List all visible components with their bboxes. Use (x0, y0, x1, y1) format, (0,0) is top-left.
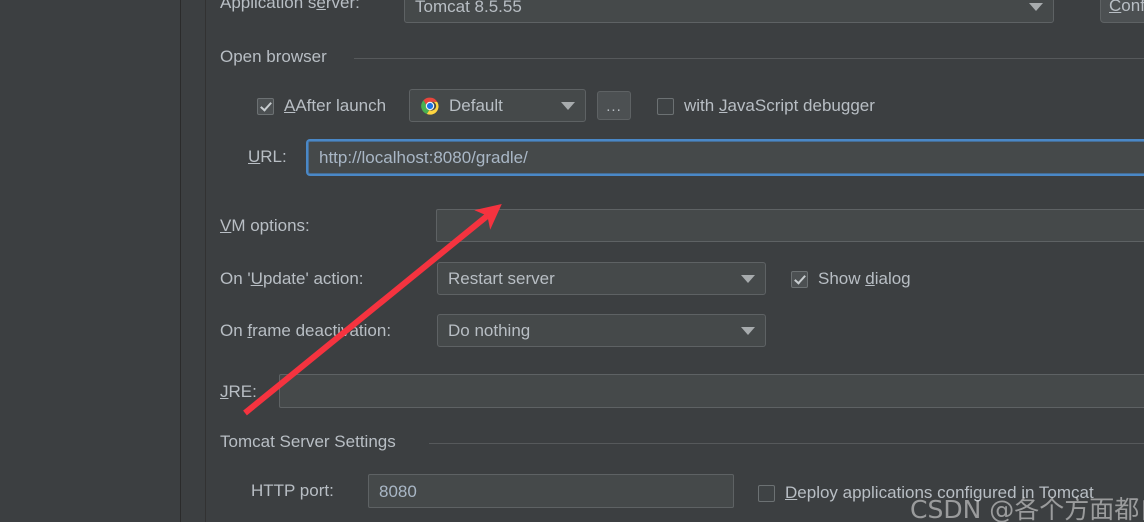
application-server-value: Tomcat 8.5.55 (415, 0, 522, 16)
on-update-action-value: Restart server (448, 268, 555, 288)
vm-options-label-mnemonic: V (220, 216, 232, 235)
after-launch-checkbox[interactable] (257, 97, 274, 115)
url-label-mnemonic: U (248, 147, 261, 166)
on-update-action-label-pre: On ' (220, 269, 251, 288)
show-dialog-label: Show dialog (818, 269, 911, 289)
show-dialog-checkbox[interactable] (791, 270, 808, 288)
after-launch-checkbox-row[interactable]: AAfter launch (257, 96, 386, 116)
js-debugger-label-post: avaScript debugger (727, 96, 875, 115)
tomcat-settings-group-title: Tomcat Server Settings (220, 432, 396, 451)
http-port-input[interactable]: 8080 (368, 474, 734, 508)
vm-options-label-post: M options: (231, 216, 310, 235)
on-update-action-label-mnemonic: U (250, 269, 263, 288)
deploy-apps-label-mnemonic: D (785, 483, 798, 502)
chevron-down-icon (741, 274, 755, 283)
on-update-action-label: On 'Update' action: (220, 269, 364, 289)
chevron-down-icon (1029, 3, 1043, 11)
on-frame-deactivation-combobox[interactable]: Do nothing (437, 314, 766, 347)
on-update-action-combobox[interactable]: Restart server (437, 262, 766, 295)
panel-divider-outer (180, 0, 181, 522)
on-frame-deactivation-label-pre: On (220, 321, 248, 340)
configure-button[interactable]: Conf (1100, 0, 1144, 23)
on-frame-deactivation-label: On frame deactivation: (220, 321, 391, 341)
url-label-post: RL: (260, 147, 287, 166)
application-server-label-post: rver: (325, 0, 360, 12)
url-label: URL: (248, 147, 287, 167)
after-launch-label-text: After launch (295, 96, 387, 115)
on-update-action-label-post: pdate' action: (262, 269, 364, 288)
browse-browsers-button[interactable]: ... (597, 91, 631, 120)
chevron-down-icon (741, 326, 755, 335)
js-debugger-label-pre: with (684, 96, 719, 115)
application-server-label-mnemonic: e (316, 0, 326, 12)
jre-label-mnemonic: J (220, 382, 229, 401)
vm-options-label: VM options: (220, 216, 310, 236)
application-server-label: Application server: (220, 0, 360, 13)
jre-label: JRE: (220, 382, 257, 402)
deploy-apps-checkbox[interactable] (758, 484, 775, 502)
show-dialog-label-mnemonic: d (865, 269, 875, 288)
vm-options-input[interactable] (436, 209, 1144, 242)
tomcat-settings-group-rule (429, 443, 1144, 444)
browser-combobox[interactable]: Default (409, 89, 586, 122)
js-debugger-checkbox-row[interactable]: with JavaScript debugger (657, 96, 875, 116)
js-debugger-label: with JavaScript debugger (684, 96, 875, 116)
run-debug-configurations-dialog: Application server: Tomcat 8.5.55 Conf O… (0, 0, 1144, 522)
open-browser-group-title: Open browser (220, 47, 327, 66)
left-panel (0, 0, 180, 522)
chrome-icon (420, 96, 440, 116)
url-input[interactable]: http://localhost:8080/gradle/ (308, 141, 1144, 174)
jre-input[interactable] (279, 374, 1144, 408)
show-dialog-checkbox-row[interactable]: Show dialog (791, 269, 911, 289)
csdn-watermark: CSDN @各个方面都自在 (910, 495, 1144, 522)
on-frame-deactivation-value: Do nothing (448, 320, 531, 340)
js-debugger-checkbox[interactable] (657, 97, 674, 115)
application-server-label-pre: Application s (220, 0, 317, 12)
http-port-label: HTTP port: (251, 481, 334, 500)
show-dialog-label-post: ialog (874, 269, 911, 288)
browser-value: Default (449, 95, 503, 115)
show-dialog-label-pre: Show (818, 269, 866, 288)
on-frame-deactivation-label-post: rame deactivation: (252, 321, 392, 340)
after-launch-label: AAfter launch (284, 96, 387, 115)
jre-label-post: RE: (228, 382, 257, 401)
application-server-combobox[interactable]: Tomcat 8.5.55 (404, 0, 1054, 23)
chevron-down-icon (561, 101, 575, 110)
open-browser-group-rule (354, 58, 1144, 59)
